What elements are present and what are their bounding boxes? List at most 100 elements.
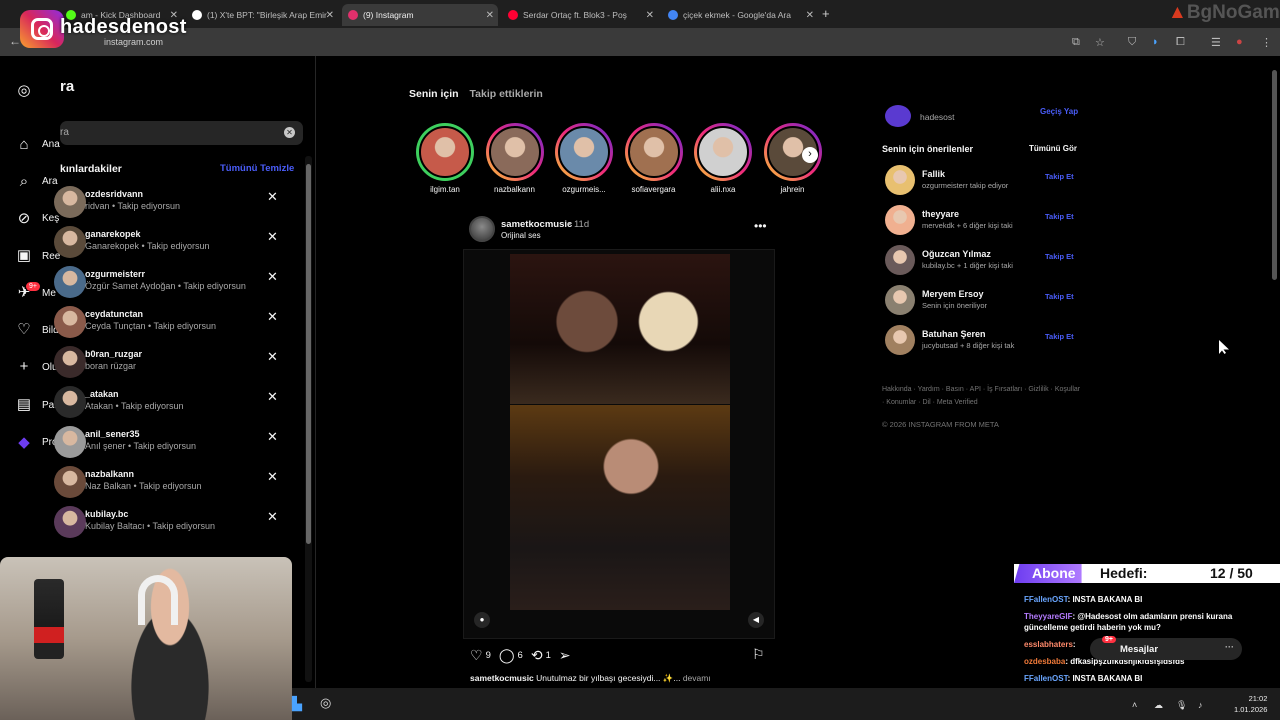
search-result[interactable]: ganarekopek Ganarekopek • Takip ediyorsun… (54, 224, 294, 264)
close-icon[interactable]: ✕ (326, 10, 334, 21)
like-icon[interactable]: ♡ (470, 647, 483, 664)
tray-chevron-icon[interactable]: ˄ (1132, 700, 1137, 710)
tab-for-you[interactable]: Senin için (409, 88, 459, 100)
post-username[interactable]: sametkocmusic (501, 219, 572, 230)
close-icon[interactable]: ✕ (806, 10, 814, 21)
messages-pill[interactable]: 9+ Mesajlar ··· (1090, 636, 1242, 660)
search-result[interactable]: ozdesridvann ridvan • Takip ediyorsun ✕ (54, 184, 294, 224)
shield-icon[interactable]: ⛉ (1128, 36, 1136, 49)
see-all-link[interactable]: Tümünü Gör (1029, 144, 1077, 153)
obs-icon[interactable]: ◎ (320, 695, 331, 711)
new-tab-button[interactable]: + (822, 6, 830, 21)
plus-icon[interactable]: + (14, 356, 34, 376)
remove-icon[interactable]: ✕ (267, 309, 278, 325)
remove-icon[interactable]: ✕ (267, 189, 278, 205)
profile-avatar-icon[interactable]: ● (1236, 36, 1243, 48)
instagram-glyph-icon[interactable]: ◎ (14, 80, 34, 100)
clear-search-icon[interactable]: ✕ (284, 127, 295, 138)
my-avatar[interactable] (885, 105, 911, 127)
follow-button[interactable]: Takip Et (1045, 172, 1074, 181)
remove-icon[interactable]: ✕ (267, 229, 278, 245)
bookmark-star-icon[interactable]: ☆ (1095, 36, 1105, 49)
sound-icon[interactable]: ◀ (748, 612, 764, 628)
footer-links[interactable]: Hakkında · Yardım · Basın · API · İş Fır… (882, 383, 1082, 409)
story-item[interactable]: sofiavergara (624, 123, 684, 194)
remove-icon[interactable]: ✕ (267, 469, 278, 485)
app-icon[interactable]: ▙ (292, 696, 302, 712)
video-frame-bottom (510, 405, 730, 610)
search-result[interactable]: b0ran_ruzgar boran rüzgar ✕ (54, 344, 294, 384)
follow-button[interactable]: Takip Et (1045, 292, 1074, 301)
more-options-icon[interactable]: ••• (754, 219, 767, 233)
close-icon[interactable]: ✕ (646, 10, 654, 21)
tab-instagram[interactable]: (9) Instagram ✕ (342, 4, 498, 26)
search-result[interactable]: ozgurmeisterr Özgür Samet Aydoğan • Takip… (54, 264, 294, 304)
more-icon[interactable]: ··· (1225, 642, 1234, 652)
profile-icon[interactable]: ◆ (14, 432, 34, 452)
suggestion-item[interactable]: Batuhan Şeren jucybutsad + 8 diğer kişi t… (885, 325, 1085, 357)
suggestion-item[interactable]: Fallik ozgurmeisterr takip ediyor Takip Et (885, 165, 1085, 197)
post-time: • 11d (568, 219, 590, 230)
screenshot-icon[interactable]: ⧉ (1072, 36, 1080, 49)
remove-icon[interactable]: ✕ (267, 429, 278, 445)
my-username[interactable]: hadesost (920, 112, 955, 122)
remove-icon[interactable]: ✕ (267, 349, 278, 365)
suggestion-item[interactable]: Meryem Ersoy Senin için öneriliyor Takip E… (885, 285, 1085, 317)
story-item[interactable]: alii.nxa (693, 123, 753, 194)
tab-youtube[interactable]: Serdar Ortaç ft. Blok3 - Poş ✕ (502, 4, 658, 26)
tagged-user-icon[interactable]: ● (474, 612, 490, 628)
story-item[interactable]: ilgim.tan (415, 123, 475, 194)
follow-button[interactable]: Takip Et (1045, 252, 1074, 261)
volume-icon[interactable]: ♪ (1198, 700, 1203, 710)
extension-icon[interactable]: ◗ (1152, 36, 1159, 48)
search-result[interactable]: _atakan Atakan • Takip ediyorsun ✕ (54, 384, 294, 424)
caption-more-link[interactable]: devamı (683, 673, 711, 683)
story-item[interactable]: ozgurmeis... (554, 123, 614, 194)
search-icon[interactable]: ⌕ (14, 171, 34, 191)
network-icon[interactable]: ☁ (1154, 700, 1163, 711)
taskbar: ▙ ◎ ˄ ☁ 🎙 ♪ (292, 688, 1280, 720)
menu-dots-icon[interactable]: ⋮ (1261, 36, 1272, 49)
follow-button[interactable]: Takip Et (1045, 212, 1074, 221)
close-icon[interactable]: ✕ (486, 10, 494, 21)
dashboard-icon[interactable]: ▤ (14, 394, 34, 414)
result-username: anil_sener35 (85, 429, 140, 439)
post-audio[interactable]: Orijinal ses (501, 231, 541, 240)
tab-x[interactable]: (1) X'te BPT: "Birleşik Arap Emir ✕ (186, 4, 338, 26)
search-input[interactable]: ra ✕ (60, 121, 303, 145)
share-icon[interactable]: ➢ (559, 647, 571, 664)
tab-google[interactable]: çiçek ekmek - Google'da Ara ✕ (662, 4, 818, 26)
search-result[interactable]: ceydatunctan Ceyda Tunçtan • Takip ediyor… (54, 304, 294, 344)
tab-following[interactable]: Takip ettiklerin (470, 88, 543, 100)
follow-button[interactable]: Takip Et (1045, 332, 1074, 341)
post-author-avatar[interactable] (469, 216, 495, 242)
search-result[interactable]: kubilay.bc Kubilay Baltacı • Takip ediyor… (54, 504, 294, 544)
explore-icon[interactable]: ⊘ (14, 208, 34, 228)
remove-icon[interactable]: ✕ (267, 269, 278, 285)
repost-icon[interactable]: ⟲ (531, 647, 543, 664)
search-result[interactable]: nazbalkann Naz Balkan • Takip ediyorsun ✕ (54, 464, 294, 504)
post-media-video[interactable]: ● ◀ (463, 249, 775, 639)
remove-icon[interactable]: ✕ (267, 509, 278, 525)
stories-next-icon[interactable]: › (802, 147, 818, 163)
result-subtitle: Kubilay Baltacı • Takip ediyorsun (85, 521, 216, 531)
puzzle-icon[interactable]: ⧠ (1176, 36, 1185, 49)
system-clock[interactable]: 21:02 1.01.2026 (1234, 693, 1267, 715)
suggestion-item[interactable]: theyyare mervekdk + 6 diğer kişi taki Taki… (885, 205, 1085, 237)
search-result[interactable]: anil_sener35 Anıl şener • Takip ediyorsun… (54, 424, 294, 464)
address-bar: ← instagram.com ⧉ ☆ ⛉ ◗ ⧠ ☰ ● ⋮ (0, 28, 1280, 56)
save-icon[interactable]: ⚐ (752, 646, 765, 663)
home-icon[interactable]: ⌂ (14, 134, 34, 154)
search-scrollbar[interactable] (305, 156, 312, 682)
comment-icon[interactable]: ◯ (499, 647, 515, 664)
mic-icon[interactable]: 🎙 (1176, 700, 1187, 711)
rail-label-home[interactable]: Ana (42, 139, 60, 150)
clear-all-link[interactable]: Tümünü Temizle (220, 163, 294, 174)
remove-icon[interactable]: ✕ (267, 389, 278, 405)
story-item[interactable]: nazbalkann (485, 123, 545, 194)
heart-icon[interactable]: ♡ (14, 319, 34, 339)
suggestion-item[interactable]: Oğuzcan Yılmaz kubilay.bc + 1 diğer kişi … (885, 245, 1085, 277)
reels-icon[interactable]: ▣ (14, 245, 34, 265)
switch-account-link[interactable]: Geçiş Yap (1040, 107, 1078, 116)
tab-search-icon[interactable]: ☰ (1211, 36, 1221, 49)
